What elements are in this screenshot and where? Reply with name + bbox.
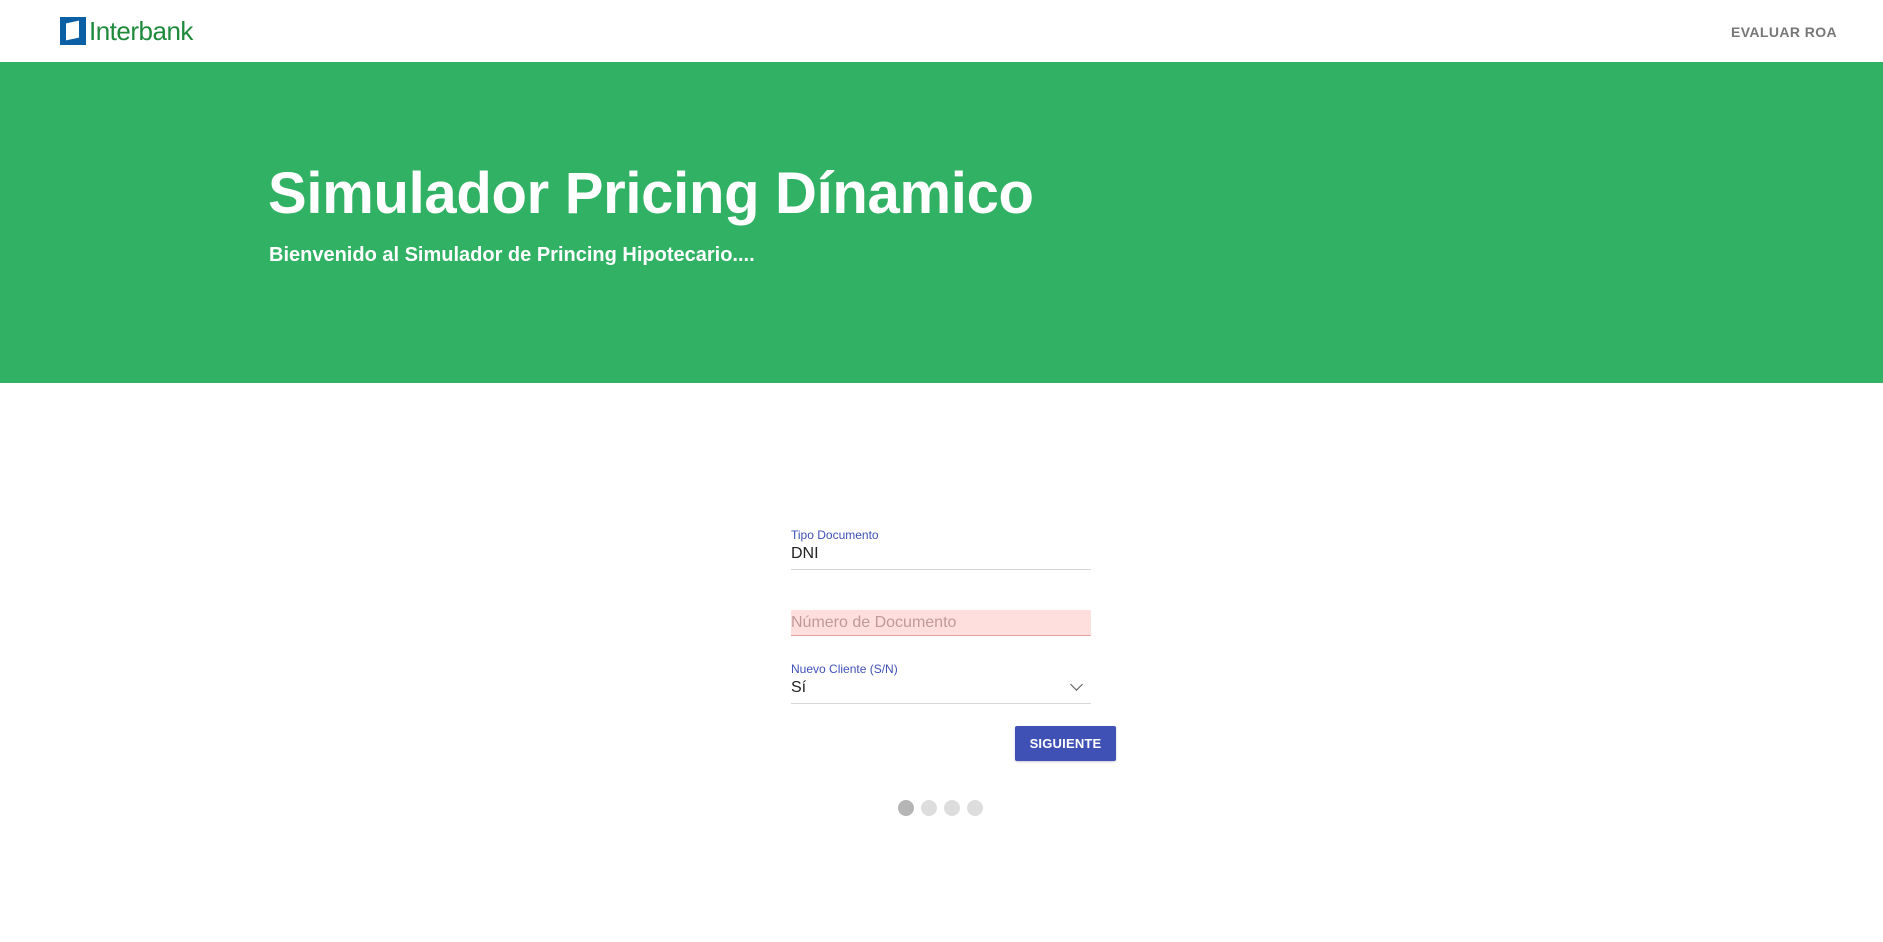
nuevo-cliente-label: Nuevo Cliente (S/N) [791,662,898,676]
evaluar-roa-link[interactable]: EVALUAR ROA [1731,24,1837,40]
numero-documento-input[interactable] [791,610,1091,636]
tipo-documento-label: Tipo Documento [791,528,879,542]
page-title: Simulador Pricing Dínamico [268,161,1034,226]
logo-icon [60,17,86,45]
tipo-documento-field[interactable]: Tipo Documento DNI [791,528,1091,570]
page-subtitle: Bienvenido al Simulador de Princing Hipo… [269,244,755,266]
chevron-down-icon[interactable] [1070,678,1083,691]
step-dot-1[interactable] [898,800,914,816]
step-dot-3[interactable] [944,800,960,816]
logo-text: Interbank [89,15,193,46]
nuevo-cliente-select[interactable]: Sí [791,678,1091,704]
nuevo-cliente-value: Sí [791,679,807,696]
tipo-documento-input[interactable]: DNI [791,544,1091,570]
interbank-logo[interactable]: Interbank [60,16,193,46]
step-dot-4[interactable] [967,800,983,816]
hero-banner: Simulador Pricing Dínamico Bienvenido al… [0,62,1883,383]
step-dot-2[interactable] [921,800,937,816]
siguiente-button[interactable]: SIGUIENTE [1015,726,1116,761]
top-bar: Interbank EVALUAR ROA [0,0,1883,62]
numero-documento-field[interactable] [791,610,1091,636]
nuevo-cliente-field[interactable]: Nuevo Cliente (S/N) Sí [791,662,1091,704]
step-indicator [898,800,983,816]
